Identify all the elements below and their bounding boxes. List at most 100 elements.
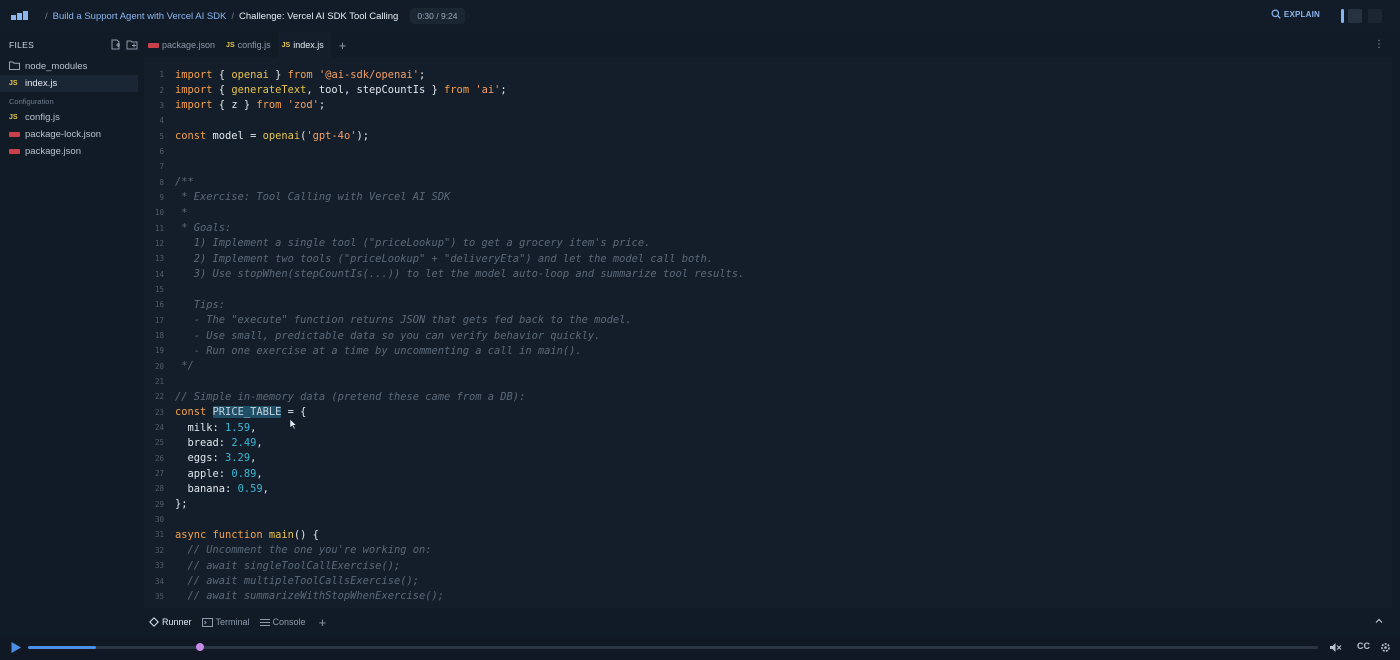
code-token: }	[268, 68, 288, 81]
code-token: ;	[419, 68, 426, 81]
file-explorer: FILES node_modules JS index.js Configura…	[0, 32, 144, 632]
tree-item-package-lock[interactable]: package-lock.json	[0, 126, 144, 143]
code-token: Tips:	[175, 298, 226, 311]
code-line[interactable]: 7	[144, 159, 1392, 174]
code-token: // await singleToolCallExercise();	[175, 559, 401, 572]
json-icon	[148, 42, 159, 48]
tab-terminal[interactable]: Terminal	[197, 610, 255, 634]
code-line[interactable]: 4	[144, 113, 1392, 128]
code-line[interactable]: 31 async function main() {	[144, 527, 1392, 542]
tab-console[interactable]: Console	[255, 610, 311, 634]
code-line[interactable]: 6	[144, 144, 1392, 159]
code-line[interactable]: 28 banana: 0.59,	[144, 481, 1392, 496]
line-number: 9	[159, 192, 164, 202]
code-line[interactable]: 34 // await multipleToolCallsExercise();	[144, 573, 1392, 588]
chevron-up-icon[interactable]	[1374, 616, 1384, 626]
new-file-icon[interactable]	[110, 39, 121, 50]
tab-index-js[interactable]: JS index.js	[277, 32, 331, 58]
top-bar: / Build a Support Agent with Vercel AI S…	[0, 0, 1400, 32]
more-options-icon[interactable]: ⋮	[1374, 39, 1384, 50]
code-token: 3) Use stopWhen(stepCountIs(...)) to let…	[175, 268, 745, 281]
code-token: * Exercise: Tool Calling with Vercel AI …	[175, 191, 451, 204]
progress-track[interactable]	[28, 646, 1318, 649]
breadcrumb-course[interactable]: Build a Support Agent with Vercel AI SDK	[53, 11, 227, 22]
code-line[interactable]: 8 /**	[144, 174, 1392, 189]
play-icon[interactable]	[10, 641, 22, 654]
line-number: 2	[159, 85, 164, 95]
tab-label: config.js	[237, 40, 271, 50]
code-line[interactable]: 10 *	[144, 205, 1392, 220]
code-line[interactable]: 12 1) Implement a single tool ("priceLoo…	[144, 236, 1392, 251]
code-token: () {	[293, 528, 319, 541]
add-panel-tab-button[interactable]: +	[311, 615, 335, 630]
code-line[interactable]: 30	[144, 512, 1392, 527]
code-line[interactable]: 19 - Run one exercise at a time by uncom…	[144, 343, 1392, 358]
code-token: async function	[175, 528, 263, 541]
captions-button[interactable]: CC	[1357, 641, 1370, 651]
line-number: 25	[154, 438, 164, 448]
code-token: - Use small, predictable data so you can…	[175, 329, 601, 342]
code-line[interactable]: 26 eggs: 3.29,	[144, 451, 1392, 466]
app-logo[interactable]	[0, 0, 40, 32]
code-area[interactable]: 1 import { openai } from '@ai-sdk/openai'…	[144, 58, 1392, 604]
tab-package-json[interactable]: package.json	[144, 32, 222, 58]
code-line[interactable]: 35 // await summarizeWithStopWhenExercis…	[144, 589, 1392, 604]
code-line[interactable]: 2 import { generateText, tool, stepCountI…	[144, 82, 1392, 97]
code-line[interactable]: 25 bread: 2.49,	[144, 435, 1392, 450]
code-token: );	[356, 130, 369, 143]
tree-item-index-js[interactable]: JS index.js	[0, 75, 138, 92]
code-line[interactable]: 1 import { openai } from '@ai-sdk/openai'…	[144, 67, 1392, 82]
code-token: - Run one exercise at a time by uncommen…	[175, 344, 582, 357]
code-line[interactable]: 3 import { z } from 'zod';	[144, 98, 1392, 113]
code-line[interactable]: 29};	[144, 497, 1392, 512]
panel-toggle-icon[interactable]	[1341, 9, 1344, 23]
code-line[interactable]: 15	[144, 282, 1392, 297]
code-line[interactable]: 16 Tips:	[144, 297, 1392, 312]
add-tab-button[interactable]: +	[331, 38, 355, 53]
tab-runner[interactable]: Runner	[144, 610, 197, 634]
terminal-icon	[201, 617, 213, 627]
breadcrumb-lesson: Challenge: Vercel AI SDK Tool Calling	[239, 10, 399, 22]
code-line[interactable]: 13 2) Implement two tools ("priceLookup"…	[144, 251, 1392, 266]
gear-icon[interactable]	[1380, 642, 1391, 653]
chapter-marker[interactable]	[196, 643, 204, 651]
layout-toggle-button[interactable]	[1348, 9, 1362, 23]
line-number: 28	[154, 484, 164, 494]
code-line[interactable]: 14 3) Use stopWhen(stepCountIs(...)) to …	[144, 266, 1392, 281]
logo-icon	[11, 11, 28, 20]
code-token: from	[287, 68, 313, 81]
code-line[interactable]: 22 // Simple in-memory data (pretend thes…	[144, 389, 1392, 404]
breadcrumb-separator: /	[231, 10, 235, 22]
line-number: 23	[154, 407, 164, 417]
line-number: 32	[154, 545, 164, 555]
code-line[interactable]: 9 * Exercise: Tool Calling with Vercel A…	[144, 190, 1392, 205]
new-folder-icon[interactable]	[126, 39, 138, 50]
code-line[interactable]: 23 const PRICE_TABLE = {	[144, 405, 1392, 420]
volume-mute-icon[interactable]	[1329, 642, 1342, 653]
tree-item-package-json[interactable]: package.json	[0, 143, 144, 160]
code-line[interactable]: 17 - The "execute" function returns JSON…	[144, 313, 1392, 328]
code-line[interactable]: 20 */	[144, 359, 1392, 374]
code-line[interactable]: 33 // await singleToolCallExercise();	[144, 558, 1392, 573]
tree-item-config-js[interactable]: JS config.js	[0, 109, 144, 126]
code-line[interactable]: 21	[144, 374, 1392, 389]
code-token: ,	[250, 452, 257, 465]
line-number: 33	[154, 561, 164, 571]
line-number: 20	[154, 361, 164, 371]
code-line[interactable]: 32 // Uncomment the one you're working o…	[144, 543, 1392, 558]
code-token: banana:	[175, 482, 238, 495]
code-line[interactable]: 24 milk: 1.59,	[144, 420, 1392, 435]
fullscreen-button[interactable]	[1368, 9, 1382, 23]
code-token: main	[268, 528, 294, 541]
code-line[interactable]: 27 apple: 0.89,	[144, 466, 1392, 481]
tree-item-label: package-lock.json	[25, 129, 102, 140]
code-line[interactable]: 5 const model = openai('gpt-4o');	[144, 128, 1392, 143]
tab-config-js[interactable]: JS config.js	[222, 32, 278, 58]
line-number: 6	[159, 146, 164, 156]
explain-button[interactable]: EXPLAIN	[1271, 9, 1320, 19]
code-line[interactable]: 11 * Goals:	[144, 220, 1392, 235]
code-line[interactable]: 18 - Use small, predictable data so you …	[144, 328, 1392, 343]
tree-item-node-modules[interactable]: node_modules	[0, 58, 144, 75]
line-number: 5	[159, 131, 164, 141]
